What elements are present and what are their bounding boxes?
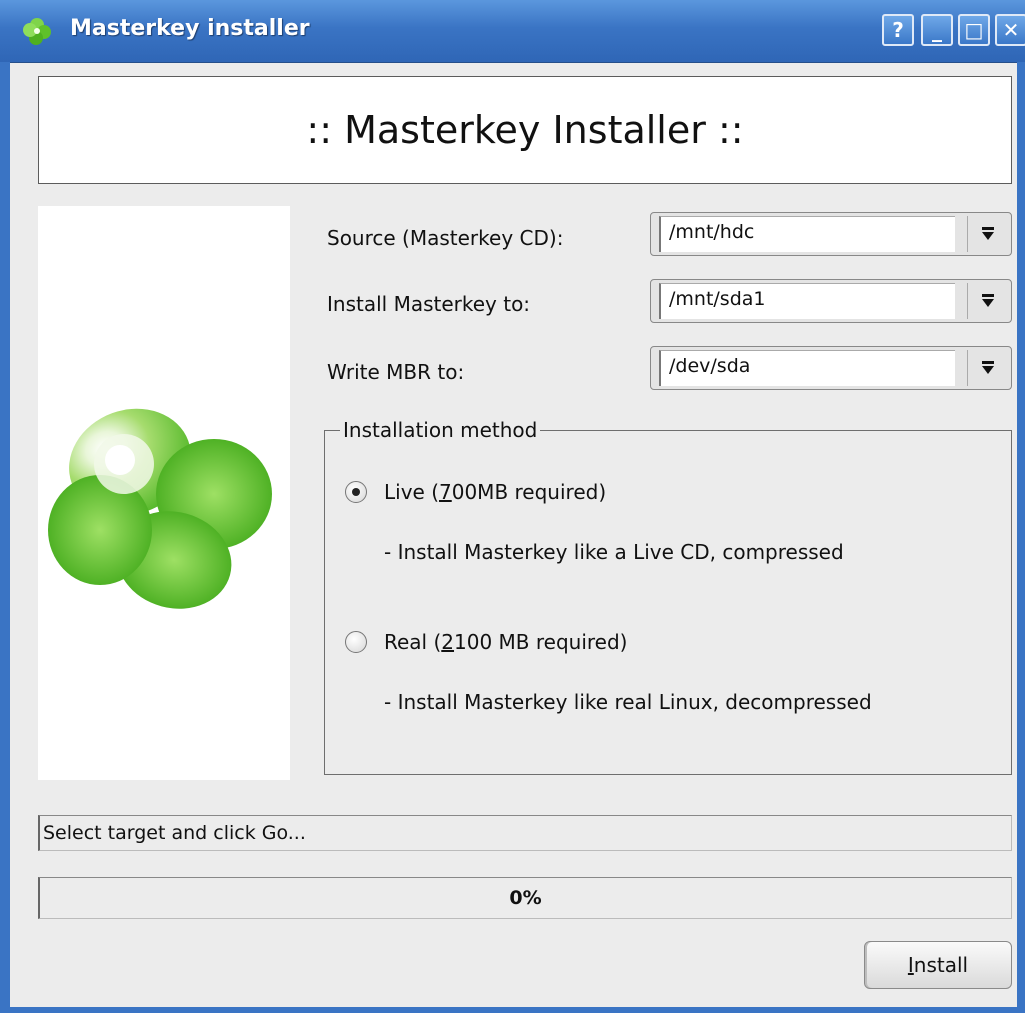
minimize-button[interactable]: _: [921, 14, 953, 46]
install-button[interactable]: Install: [864, 941, 1012, 989]
mbr-label: Write MBR to:: [327, 360, 465, 384]
installation-method-title: Installation method: [340, 418, 541, 442]
banner-title: :: Masterkey Installer ::: [306, 108, 744, 152]
source-input[interactable]: /mnt/hdc: [659, 216, 955, 252]
window-border-left: [0, 62, 10, 1013]
clover-logo-icon: [48, 408, 272, 609]
installer-window: Masterkey installer ? _ □ ✕ :: Masterkey…: [0, 0, 1025, 1013]
real-option-label[interactable]: Real (2100 MB required): [384, 630, 627, 654]
window-border-right: [1017, 62, 1025, 1013]
dropdown-arrow-icon: [981, 361, 994, 374]
clover-icon: [23, 18, 51, 45]
window-title: Masterkey installer: [70, 16, 310, 41]
maximize-button[interactable]: □: [958, 14, 990, 46]
progress-label: 0%: [509, 887, 542, 909]
source-combobox[interactable]: /mnt/hdc: [650, 212, 1012, 256]
install-to-input[interactable]: /mnt/sda1: [659, 283, 955, 319]
real-radio[interactable]: [345, 631, 367, 653]
source-label: Source (Masterkey CD):: [327, 226, 564, 250]
install-to-dropdown-button[interactable]: [967, 283, 1007, 319]
title-bar[interactable]: Masterkey installer ? _ □ ✕: [0, 0, 1025, 63]
mbr-combobox[interactable]: /dev/sda: [650, 346, 1012, 390]
live-option-label[interactable]: Live (700MB required): [384, 480, 606, 504]
logo-panel: [38, 206, 290, 780]
window-border-bottom: [0, 1007, 1025, 1013]
install-to-label: Install Masterkey to:: [327, 292, 531, 316]
status-text: Select target and click Go...: [43, 822, 306, 844]
dropdown-arrow-icon: [981, 294, 994, 307]
install-to-combobox[interactable]: /mnt/sda1: [650, 279, 1012, 323]
help-button[interactable]: ?: [882, 14, 914, 46]
real-option-description: - Install Masterkey like real Linux, dec…: [384, 690, 872, 714]
live-radio[interactable]: [345, 481, 367, 503]
mbr-dropdown-button[interactable]: [967, 350, 1007, 386]
status-bar: Select target and click Go...: [38, 815, 1012, 851]
clover-leaves: [48, 408, 272, 609]
radio-selected-dot: [352, 488, 360, 496]
source-dropdown-button[interactable]: [967, 216, 1007, 252]
dropdown-arrow-icon: [981, 227, 994, 240]
close-button[interactable]: ✕: [995, 14, 1025, 46]
banner: :: Masterkey Installer ::: [38, 76, 1012, 184]
mbr-input[interactable]: /dev/sda: [659, 350, 955, 386]
live-option-description: - Install Masterkey like a Live CD, comp…: [384, 540, 844, 564]
progress-bar: 0%: [38, 877, 1012, 919]
